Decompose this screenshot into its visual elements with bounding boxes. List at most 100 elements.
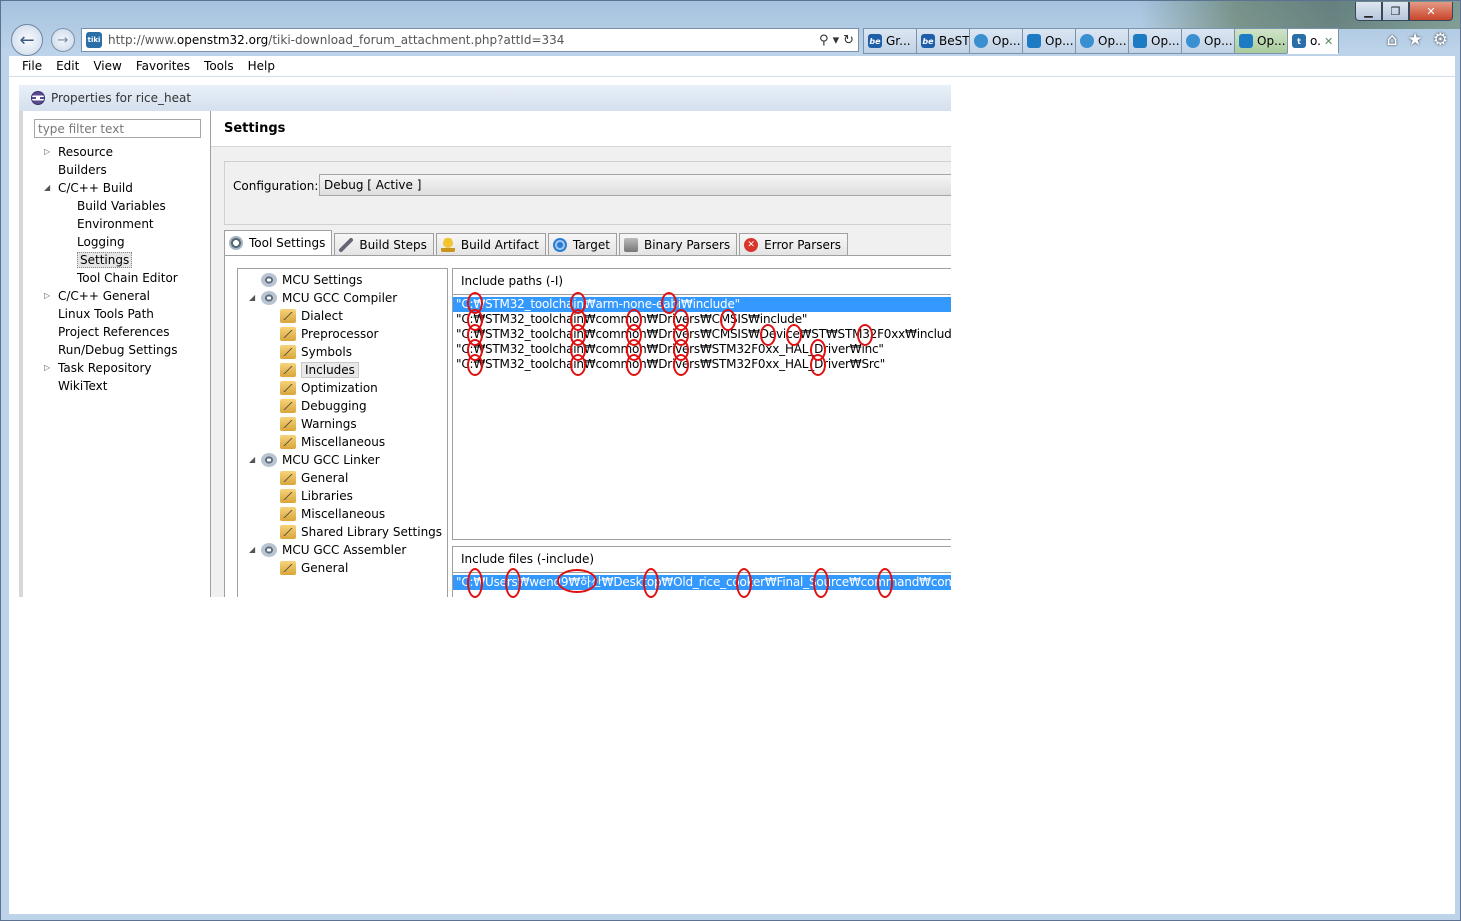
browser-tab[interactable]: Op... bbox=[1075, 28, 1129, 54]
include-path-row[interactable]: "C:₩STM32_toolchain₩common₩Drivers₩STM32… bbox=[453, 342, 951, 357]
tab-strip: be Gr... be BeST Op... Op... Op... Op... Op... Op… bbox=[863, 28, 1339, 54]
filter-input[interactable] bbox=[34, 119, 201, 138]
tool-gear-icon bbox=[261, 273, 277, 287]
tool-tree-item-includes[interactable]: Includes bbox=[280, 361, 359, 379]
tool-tree-item-warnings[interactable]: Warnings bbox=[280, 415, 357, 433]
expanded-twisty-icon[interactable]: ◢ bbox=[44, 179, 50, 197]
collapsed-twisty-icon[interactable]: ▷ bbox=[44, 359, 50, 377]
maximize-button[interactable]: ❐ bbox=[1382, 2, 1409, 21]
tree-item-tool-chain-editor[interactable]: Tool Chain Editor bbox=[77, 269, 178, 287]
browser-tab[interactable]: Op... bbox=[1022, 28, 1076, 54]
tree-item-build-variables[interactable]: Build Variables bbox=[77, 197, 166, 215]
tool-tree-item-preprocessor[interactable]: Preprocessor bbox=[280, 325, 378, 343]
tree-item-wikitext[interactable]: WikiText bbox=[58, 377, 108, 395]
tool-tree-item-optimization[interactable]: Optimization bbox=[280, 379, 378, 397]
tab-build-steps[interactable]: Build Steps bbox=[334, 233, 434, 255]
tree-item-label: Tool Chain Editor bbox=[77, 271, 178, 285]
include-path-row[interactable]: "C:₩STM32_toolchain₩common₩Drivers₩CMSIS… bbox=[453, 327, 951, 342]
tree-item-linux-tools-path[interactable]: Linux Tools Path bbox=[58, 305, 154, 323]
tool-tree-item-mcu-gcc-linker[interactable]: ◢ MCU GCC Linker bbox=[249, 451, 380, 469]
error-parsers-icon: ✕ bbox=[744, 237, 759, 252]
tree-item-run-debug-settings[interactable]: Run/Debug Settings bbox=[58, 341, 178, 359]
tool-tree-item-dialect[interactable]: Dialect bbox=[280, 307, 343, 325]
tree-item-label: Environment bbox=[77, 217, 154, 231]
tab-target[interactable]: Target bbox=[547, 233, 617, 255]
tool-tree-item-general[interactable]: General bbox=[280, 559, 348, 577]
collapsed-twisty-icon[interactable]: ▷ bbox=[44, 287, 50, 305]
tool-tree-item-mcu-gcc-assembler[interactable]: ◢ MCU GCC Assembler bbox=[249, 541, 406, 559]
tool-tree-item-libraries[interactable]: Libraries bbox=[280, 487, 353, 505]
menu-edit[interactable]: Edit bbox=[49, 59, 86, 73]
tool-tree-item-miscellaneous[interactable]: Miscellaneous bbox=[280, 433, 385, 451]
expanded-twisty-icon[interactable]: ◢ bbox=[249, 289, 255, 307]
back-button[interactable]: ← bbox=[11, 24, 43, 56]
tree-item-c-c-general[interactable]: ▷ C/C++ General bbox=[44, 287, 150, 305]
forward-button[interactable]: → bbox=[51, 28, 75, 52]
menu-file[interactable]: File bbox=[15, 59, 49, 73]
tree-item-resource[interactable]: ▷ Resource bbox=[44, 143, 113, 161]
expanded-twisty-icon[interactable]: ◢ bbox=[249, 451, 255, 469]
tab-tool-settings[interactable]: Tool Settings bbox=[224, 230, 333, 255]
include-path-row[interactable]: "C:₩STM32_toolchain₩arm-none-eabi₩includ… bbox=[453, 297, 951, 312]
include-file-row[interactable]: "C:₩Users₩wend9₩하산₩Desktop₩Old_rice_cook… bbox=[453, 575, 951, 590]
include-path-row[interactable]: "C:₩STM32_toolchain₩common₩Drivers₩CMSIS… bbox=[453, 312, 951, 327]
tree-item-project-references[interactable]: Project References bbox=[58, 323, 170, 341]
browser-tab[interactable]: Op... bbox=[969, 28, 1023, 54]
tool-tree-item-miscellaneous[interactable]: Miscellaneous bbox=[280, 505, 385, 523]
tab-build-artifact[interactable]: Build Artifact bbox=[435, 233, 546, 255]
include-path-row[interactable]: "C:₩STM32_toolchain₩common₩Drivers₩STM32… bbox=[453, 357, 951, 372]
tab-label: Op... bbox=[1151, 34, 1180, 48]
browser-tab[interactable]: Op... bbox=[1234, 28, 1288, 54]
tree-item-logging[interactable]: Logging bbox=[77, 233, 125, 251]
browser-tab[interactable]: be Gr... bbox=[863, 28, 917, 54]
refresh-icon[interactable]: ↻ bbox=[843, 33, 854, 48]
menu-favorites[interactable]: Favorites bbox=[129, 59, 197, 73]
tab-close-icon[interactable]: ✕ bbox=[1324, 35, 1333, 48]
tab-label: Target bbox=[572, 237, 610, 252]
dialog-title-bar: Properties for rice_heat bbox=[19, 85, 951, 111]
tool-settings-tree: MCU Settings ◢ MCU GCC Compiler Dialect Prep… bbox=[237, 268, 448, 597]
option-folder-icon bbox=[280, 327, 296, 341]
tree-item-task-repository[interactable]: ▷ Task Repository bbox=[44, 359, 152, 377]
home-icon[interactable]: ⌂ bbox=[1387, 30, 1398, 50]
tool-tree-item-mcu-gcc-compiler[interactable]: ◢ MCU GCC Compiler bbox=[249, 289, 398, 307]
minimize-button[interactable]: ▁ bbox=[1355, 2, 1382, 21]
tool-tree-item-mcu-settings[interactable]: MCU Settings bbox=[261, 271, 363, 289]
tree-item-settings[interactable]: Settings bbox=[77, 251, 133, 269]
settings-gear-icon[interactable]: ⚙ bbox=[1433, 30, 1448, 50]
url-prefix: http://www. bbox=[108, 33, 177, 47]
menu-help[interactable]: Help bbox=[241, 59, 282, 73]
browser-tab[interactable]: Op... bbox=[1181, 28, 1235, 54]
tree-item-c-c-build[interactable]: ◢ C/C++ Build bbox=[44, 179, 133, 197]
menu-view[interactable]: View bbox=[86, 59, 128, 73]
tool-tree-label: MCU GCC Compiler bbox=[282, 291, 398, 305]
address-bar[interactable]: tiki http://www.openstm32.org/tiki-downl… bbox=[81, 28, 859, 52]
url-text[interactable]: http://www.openstm32.org/tiki-download_f… bbox=[108, 33, 564, 47]
tool-tree-item-shared-library-settings[interactable]: Shared Library Settings bbox=[280, 523, 442, 541]
option-folder-icon bbox=[280, 399, 296, 413]
tool-tree-item-symbols[interactable]: Symbols bbox=[280, 343, 352, 361]
collapsed-twisty-icon[interactable]: ▷ bbox=[44, 143, 50, 161]
tool-tree-label: General bbox=[301, 471, 349, 485]
tool-tree-item-debugging[interactable]: Debugging bbox=[280, 397, 367, 415]
tree-item-label: Linux Tools Path bbox=[58, 307, 154, 321]
dropdown-icon[interactable]: ▾ bbox=[833, 33, 840, 48]
openstm-icon bbox=[1080, 34, 1094, 48]
configuration-select[interactable]: Debug [ Active ] bbox=[319, 174, 951, 196]
tab-label: BeST bbox=[939, 34, 970, 48]
browser-tab[interactable]: t o. ✕ bbox=[1287, 28, 1339, 54]
tree-item-environment[interactable]: Environment bbox=[77, 215, 154, 233]
option-folder-icon bbox=[280, 345, 296, 359]
search-icon[interactable]: ⚲ bbox=[819, 33, 829, 48]
menu-tools[interactable]: Tools bbox=[197, 59, 241, 73]
favorites-star-icon[interactable]: ★ bbox=[1408, 30, 1423, 50]
tab-error-parsers[interactable]: ✕ Error Parsers bbox=[739, 233, 849, 255]
browser-tab[interactable]: be BeST bbox=[916, 28, 970, 54]
tab-binary-parsers[interactable]: Binary Parsers bbox=[618, 233, 738, 255]
tree-item-builders[interactable]: Builders bbox=[58, 161, 107, 179]
expanded-twisty-icon[interactable]: ◢ bbox=[249, 541, 255, 559]
browser-tab[interactable]: Op... bbox=[1128, 28, 1182, 54]
tool-tree-item-general[interactable]: General bbox=[280, 469, 349, 487]
settings-tabs: Tool Settings Build Steps Build Artifact Ta… bbox=[224, 230, 850, 255]
close-button[interactable]: ✕ bbox=[1409, 2, 1453, 21]
